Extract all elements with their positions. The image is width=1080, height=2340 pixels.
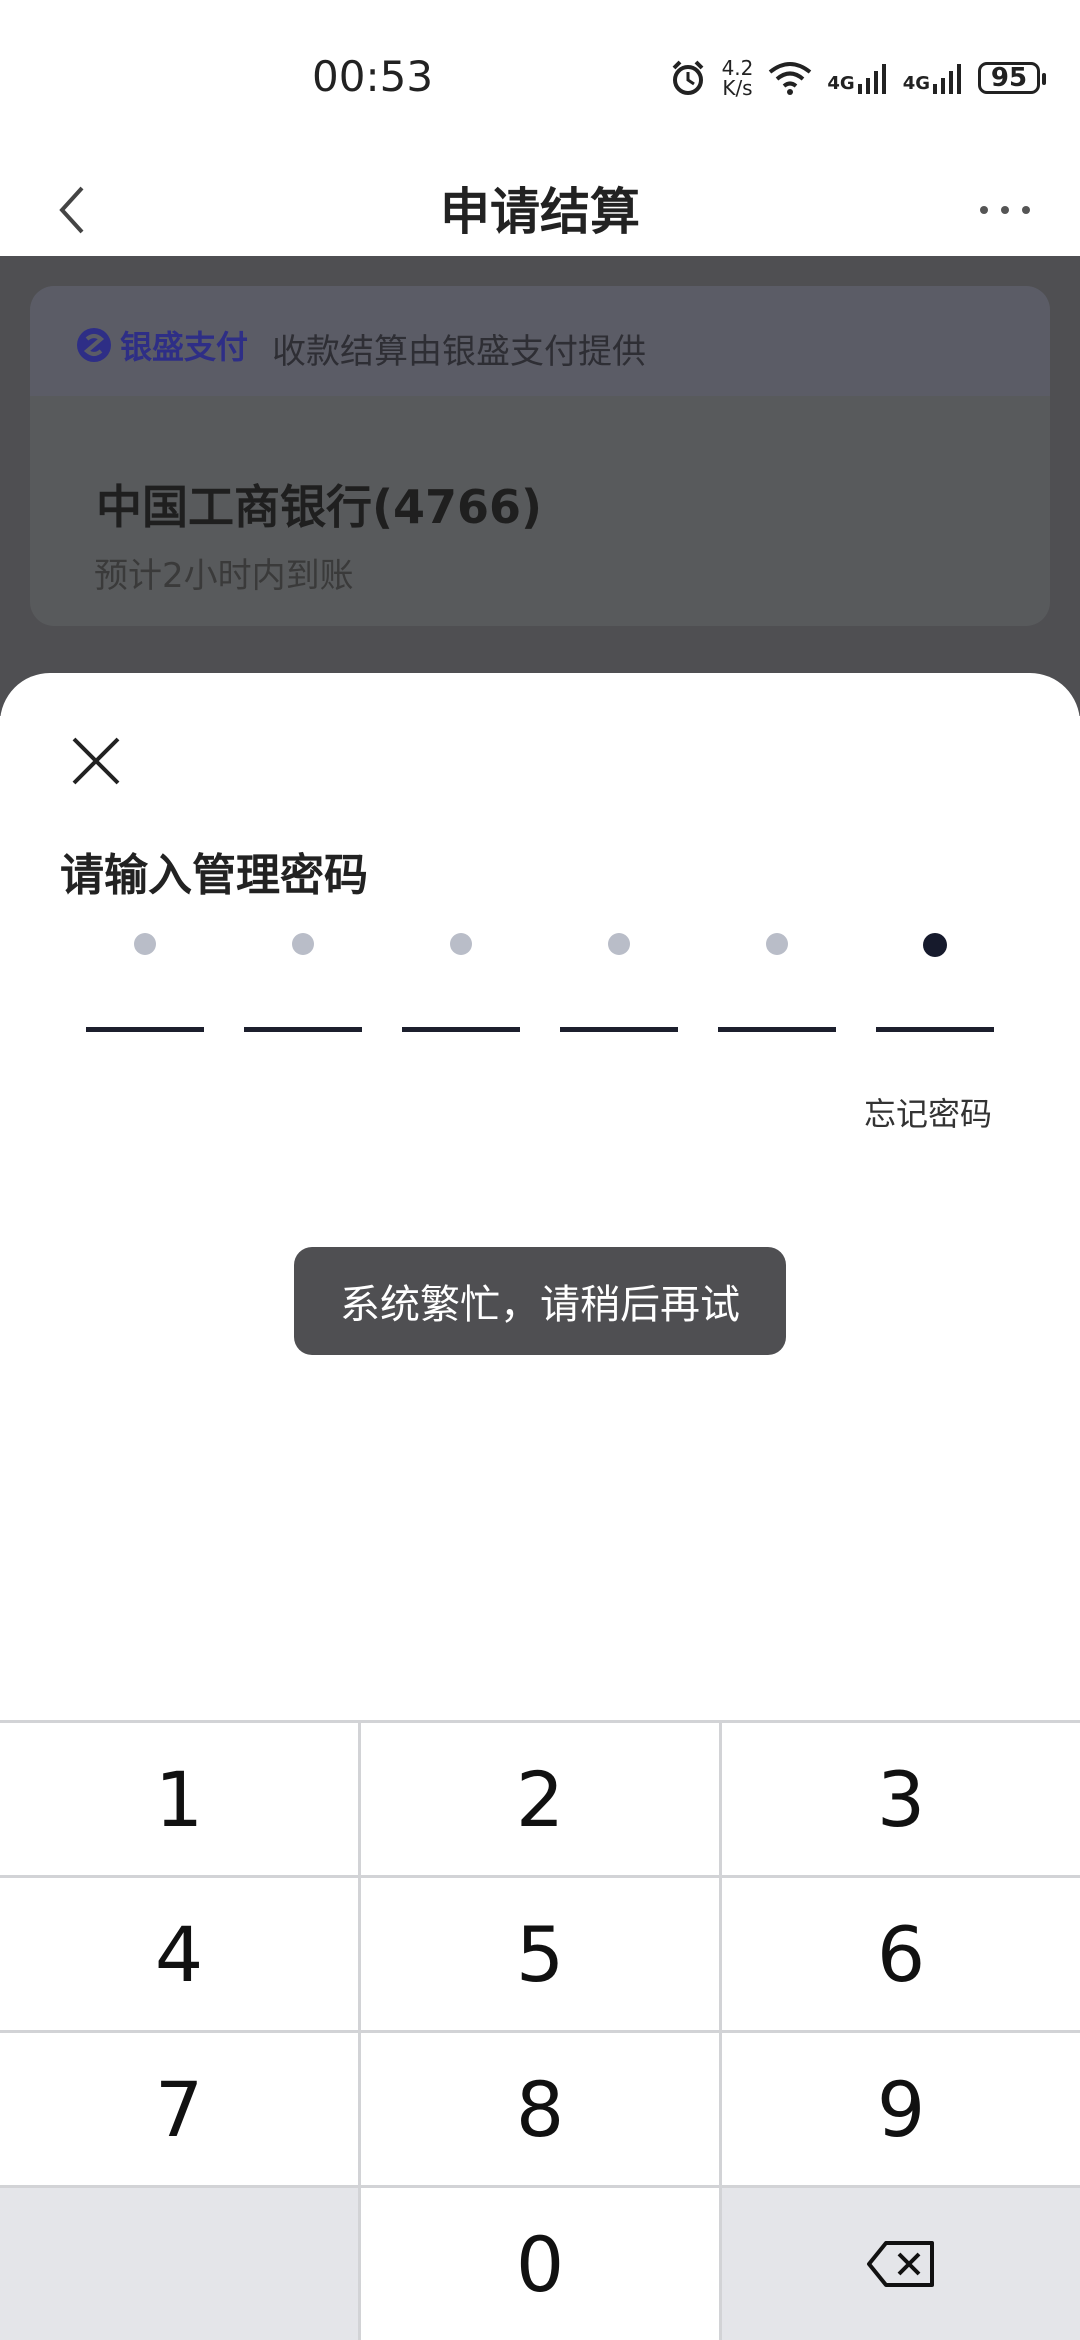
signal-icon bbox=[857, 64, 886, 94]
key-9[interactable]: 9 bbox=[722, 2033, 1080, 2185]
speed-value: 4.2 bbox=[721, 56, 754, 80]
backspace-icon bbox=[867, 2241, 934, 2287]
pin-digit bbox=[402, 933, 520, 1043]
dim-overlay[interactable]: 银盛支付 收款结算由银盛支付提供 中国工商银行(4766) 预计2小时内到账 bbox=[0, 256, 1080, 716]
key-7[interactable]: 7 bbox=[0, 2033, 358, 2185]
error-toast: 系统繁忙，请稍后再试 bbox=[294, 1247, 786, 1355]
settlement-card: 银盛支付 收款结算由银盛支付提供 中国工商银行(4766) 预计2小时内到账 bbox=[30, 286, 1050, 626]
provider-logo-text: 银盛支付 bbox=[120, 328, 249, 366]
key-5[interactable]: 5 bbox=[361, 1878, 719, 2030]
pin-underline bbox=[876, 1027, 994, 1032]
net-type-2: 4G bbox=[902, 73, 930, 94]
pin-dot bbox=[134, 933, 156, 955]
net-type-1: 4G bbox=[827, 73, 855, 94]
pin-underline bbox=[560, 1027, 678, 1032]
wifi-icon bbox=[769, 62, 812, 95]
provider-bar: 银盛支付 收款结算由银盛支付提供 bbox=[30, 286, 1050, 396]
cell-signal-2: 4G bbox=[903, 62, 964, 94]
key-0[interactable]: 0 bbox=[361, 2188, 719, 2340]
more-horizontal-icon[interactable] bbox=[970, 190, 1040, 230]
key-6[interactable]: 6 bbox=[722, 1878, 1080, 2030]
numeric-keypad: 1 2 3 4 5 6 7 8 9 0 bbox=[0, 1720, 1080, 2340]
forgot-password-link[interactable]: 忘记密码 bbox=[864, 1089, 992, 1135]
status-bar: 00:53 4.2 K/s 4G 4G 95 bbox=[0, 0, 1080, 160]
pin-digit bbox=[876, 933, 994, 1043]
provider-note: 收款结算由银盛支付提供 bbox=[272, 332, 646, 372]
pin-digit bbox=[718, 933, 836, 1043]
status-time: 00:53 bbox=[312, 52, 434, 101]
nav-bar: 申请结算 bbox=[0, 160, 1080, 260]
key-8[interactable]: 8 bbox=[361, 2033, 719, 2185]
key-2[interactable]: 2 bbox=[361, 1723, 719, 1875]
page-title: 申请结算 bbox=[440, 183, 640, 241]
pin-dot bbox=[766, 933, 788, 955]
pin-dot bbox=[292, 933, 314, 955]
network-speed: 4.2 K/s bbox=[722, 58, 754, 98]
pin-dot bbox=[450, 933, 472, 955]
signal-icon bbox=[933, 64, 961, 94]
backspace-key[interactable] bbox=[722, 2188, 1080, 2340]
pin-underline bbox=[244, 1027, 362, 1032]
toast-message: 系统繁忙，请稍后再试 bbox=[340, 1282, 740, 1328]
battery-icon: 95 bbox=[978, 62, 1046, 94]
pin-dot bbox=[608, 933, 630, 955]
key-1[interactable]: 1 bbox=[0, 1723, 358, 1875]
pin-digit bbox=[244, 933, 362, 1043]
key-3[interactable]: 3 bbox=[722, 1723, 1080, 1875]
provider-logo: 银盛支付 bbox=[76, 322, 248, 368]
pin-underline bbox=[718, 1027, 836, 1032]
pin-digit bbox=[86, 933, 204, 1043]
key-4[interactable]: 4 bbox=[0, 1878, 358, 2030]
pin-underline bbox=[402, 1027, 520, 1032]
bank-name: 中国工商银行(4766) bbox=[96, 480, 543, 534]
cell-signal-1: 4G bbox=[827, 62, 888, 94]
close-icon[interactable] bbox=[68, 733, 124, 789]
status-icons: 4.2 K/s 4G 4G 95 bbox=[668, 58, 1046, 98]
pin-digit bbox=[560, 933, 678, 1043]
pin-underline bbox=[86, 1027, 204, 1032]
key-blank bbox=[0, 2188, 358, 2340]
speed-unit: K/s bbox=[722, 76, 753, 100]
alarm-icon bbox=[672, 60, 703, 95]
pin-dot-filled bbox=[923, 933, 947, 957]
pin-input[interactable] bbox=[86, 933, 996, 1043]
sheet-title: 请输入管理密码 bbox=[60, 850, 368, 901]
ysepay-logo-icon bbox=[77, 328, 111, 362]
arrival-estimate: 预计2小时内到账 bbox=[94, 556, 354, 596]
password-sheet: 请输入管理密码 忘记密码 系统繁忙，请稍后再试 bbox=[0, 673, 1080, 1723]
battery-level: 95 bbox=[990, 63, 1028, 93]
